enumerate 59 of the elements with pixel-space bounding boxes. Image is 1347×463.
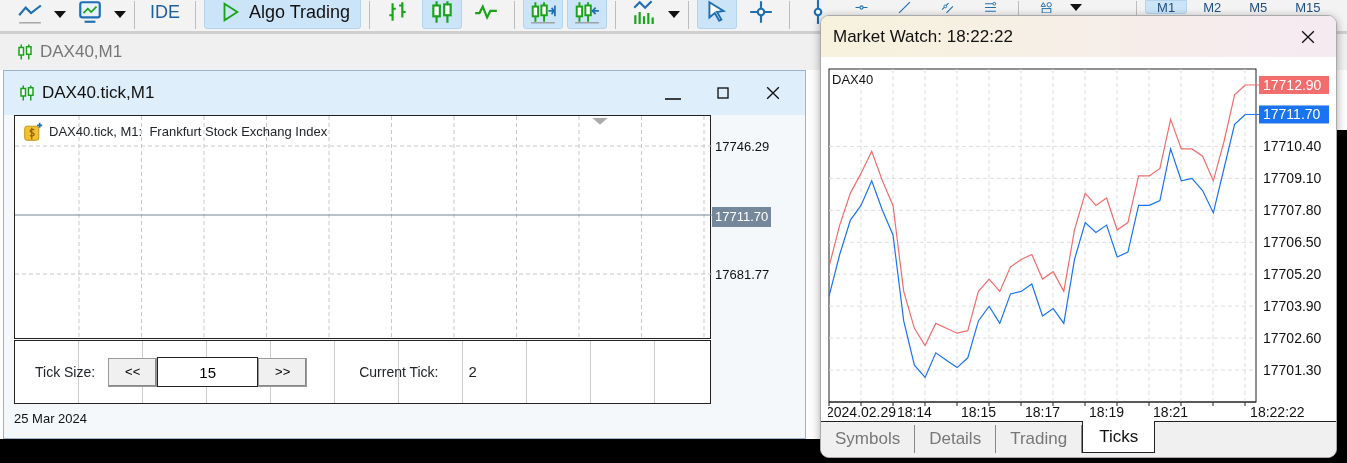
window-title: Market Watch: 18:22:22 (833, 25, 1013, 48)
caret-icon[interactable] (114, 11, 126, 18)
chart-shift-icon (530, 0, 557, 25)
current-tick-value: 2 (468, 361, 477, 382)
candlestick-icon (16, 43, 34, 61)
axis-label: 17702.60 (1263, 330, 1322, 347)
document-tab[interactable]: DAX40,M1 (16, 39, 123, 65)
axis-label: 18:15 (960, 404, 996, 420)
axis-label: 17705.20 (1263, 266, 1322, 283)
next-button[interactable]: >> (258, 357, 308, 387)
shapes-icon (1040, 1, 1054, 13)
axis-label: 17703.90 (1263, 298, 1322, 315)
toolbar-button[interactable] (523, 0, 564, 29)
timeframe-button[interactable]: M5 (1237, 0, 1280, 14)
trend-line-icon (898, 1, 912, 13)
toolbar-button[interactable] (697, 0, 738, 29)
leader-line (1244, 113, 1260, 115)
tick-size-field[interactable]: 15 (157, 357, 259, 387)
minimize-icon (665, 98, 681, 100)
tab[interactable]: Symbols (821, 425, 916, 453)
axis-label: 17707.80 (1263, 202, 1322, 219)
candlestick-icon (18, 84, 36, 102)
auto-scroll-icon (574, 0, 601, 25)
timeframe-button[interactable]: M15 (1283, 0, 1333, 14)
field-label: Current Tick: (359, 362, 439, 382)
axis-label: 17746.29 (715, 138, 770, 156)
toolbar-button[interactable] (422, 0, 463, 29)
prev-button[interactable]: << (108, 357, 158, 387)
chart-header: DAX40.tick, M1: Frankfurt Stock Exchang Index (49, 123, 328, 142)
timeframe-button[interactable]: M2 (1191, 0, 1234, 14)
annotation: 17712.90 (1263, 76, 1322, 93)
axis-label: 18:17 (1025, 404, 1060, 420)
field-label: Tick Size: (35, 362, 96, 382)
price-tag: 17711.70 (712, 207, 772, 227)
tab[interactable]: Details (915, 425, 997, 453)
axis-label: 17706.50 (1263, 234, 1322, 251)
ide-button[interactable]: IDE (143, 0, 187, 29)
axis-label: 17709.10 (1263, 170, 1322, 187)
leader-line (1244, 84, 1260, 86)
axis-label: 17681.77 (715, 266, 770, 284)
annotation: 17711.70 (1263, 106, 1321, 123)
toolbar-button[interactable] (567, 0, 608, 29)
date-label: 25 Mar 2024 (14, 410, 87, 428)
axis-label: 17710.40 (1263, 138, 1322, 155)
window-title: DAX40.tick,M1 (42, 82, 155, 105)
axis-label: 18:19 (1089, 404, 1125, 420)
axis-label: 17701.30 (1263, 362, 1322, 379)
tab[interactable]: Ticks (1082, 421, 1156, 453)
axis-label: 18:14 (896, 404, 932, 420)
symbol-label: DAX40 (832, 72, 874, 87)
dollar-icon (23, 122, 43, 142)
price-tag: 17712.90 (1259, 75, 1329, 94)
axis-label: 18:22:22 (1250, 404, 1305, 420)
axis-label: 18:21 (1153, 404, 1189, 420)
caret-icon[interactable] (668, 11, 681, 18)
price-tag: 17711.70 (1259, 105, 1329, 124)
timeframe-button[interactable]: M1 (1145, 0, 1188, 14)
caret-icon[interactable] (54, 11, 66, 18)
algo-trading-button[interactable]: Algo Trading (204, 0, 362, 29)
